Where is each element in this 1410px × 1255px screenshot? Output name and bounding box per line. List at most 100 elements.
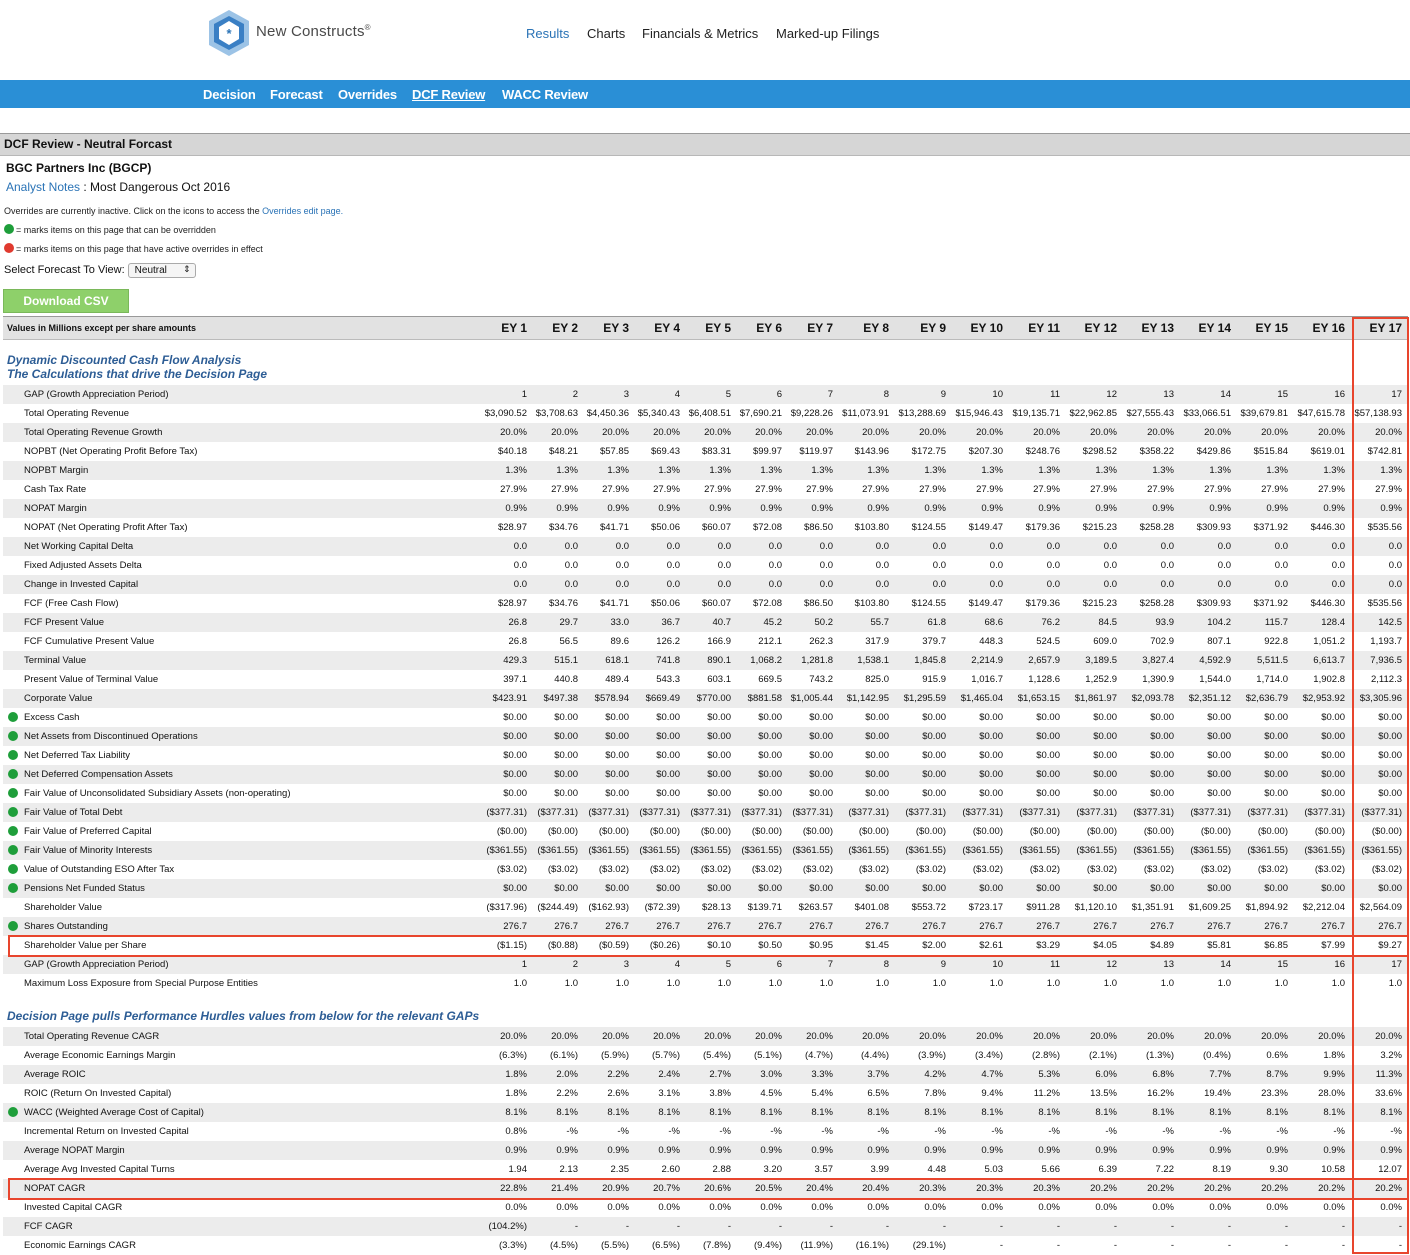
table-cell: $0.00 [1207,769,1231,780]
subnav-decision[interactable]: Decision [203,87,256,102]
table-cell: 0.0% [981,1202,1003,1213]
download-csv-button[interactable]: Download CSV [3,289,129,313]
table-cell: 0.0 [875,541,889,552]
nav-financials-metrics[interactable]: Financials & Metrics [642,26,758,41]
override-dot-icon[interactable] [8,788,18,798]
row-label: Fair Value of Unconsolidated Subsidiary … [24,788,291,799]
table-cell: 276.7 [1321,921,1345,932]
table-cell: ($361.55) [848,845,889,856]
table-row: Pensions Net Funded Status $0.00 $0.00 $0.0… [3,879,1408,898]
override-dot-icon[interactable] [8,712,18,722]
table-cell: $0.00 [1036,788,1060,799]
table-cell: - [1284,1221,1288,1232]
table-cell: $0.00 [809,750,833,761]
table-cell: 20.0% [1204,427,1231,438]
row-label: GAP (Growth Appreciation Period) [24,959,169,970]
table-cell: 23.3% [1261,1088,1288,1099]
table-cell: 1.3% [811,465,833,476]
table-cell: ($377.31) [792,807,833,818]
table-cell: - [885,1221,889,1232]
table-cell: 4,592.9 [1199,655,1231,666]
table-cell: $19,135.71 [1012,408,1060,419]
table-row: Maximum Loss Exposure from Special Purpo… [3,974,1408,993]
table-row: Net Working Capital Delta 0.0 0.0 0.0 0.0 0.0… [3,537,1408,556]
table-cell: $0.00 [922,883,946,894]
row-label: Incremental Return on Invested Capital [24,1126,189,1137]
override-dot-icon[interactable] [8,845,18,855]
table-row: Total Operating Revenue $3,090.52 $3,708.6… [3,404,1408,423]
subnav-dcf-review[interactable]: DCF Review [412,87,485,102]
override-dot-icon[interactable] [8,750,18,760]
table-cell: 20.0% [919,1031,946,1042]
green-dot-icon [4,224,14,234]
table-cell: 3.7% [867,1069,889,1080]
override-dot-icon[interactable] [8,1107,18,1117]
table-cell: 8.7% [1266,1069,1288,1080]
table-cell: 276.7 [809,921,833,932]
nav-results[interactable]: Results [526,26,569,41]
override-dot-icon[interactable] [8,864,18,874]
section1-title: Dynamic Discounted Cash Flow Analysis The… [7,353,268,381]
table-cell: $1,351.91 [1131,902,1174,913]
table-cell: -% [1162,1126,1174,1137]
table-cell: $0.00 [1150,788,1174,799]
table-cell: 448.3 [979,636,1003,647]
table-cell: 1.0 [932,978,946,989]
table-cell: 4.2% [924,1069,946,1080]
overrides-edit-link[interactable]: Overrides edit page. [262,206,343,216]
table-cell: 0.9% [1095,1145,1117,1156]
row-label: NOPBT (Net Operating Profit Before Tax) [24,446,198,457]
table-cell: $172.75 [911,446,946,457]
table-cell: 276.7 [1264,921,1288,932]
subnav-overrides[interactable]: Overrides [338,87,397,102]
table-cell: 5.3% [1038,1069,1060,1080]
table-cell: 4.48 [927,1164,947,1175]
row-label: Net Working Capital Delta [24,541,134,552]
table-cell: 68.6 [984,617,1004,628]
table-cell: 0.0 [1217,541,1231,552]
table-cell: 1,544.0 [1199,674,1231,685]
table-cell: $179.36 [1025,598,1060,609]
table-cell: 20.0% [806,1031,833,1042]
nav-marked-up-filings[interactable]: Marked-up Filings [776,26,879,41]
subnav-forecast[interactable]: Forecast [270,87,323,102]
table-cell: 0.0 [1160,541,1174,552]
analyst-notes-link[interactable]: Analyst Notes [6,180,80,194]
row-label: Average Economic Earnings Margin [24,1050,176,1061]
override-dot-icon[interactable] [8,826,18,836]
table-cell: 1.0 [1331,978,1345,989]
table-cell: 0.0 [1274,560,1288,571]
table-cell: $1,005.44 [790,693,833,704]
table-cell: $0.00 [809,769,833,780]
subnav-wacc-review[interactable]: WACC Review [502,87,588,102]
table-cell: 9.30 [1269,1164,1289,1175]
table-row: FCF Present Value 26.8 29.7 33.0 36.7 40.7 45.… [3,613,1408,632]
table-cell: 0.0 [1217,579,1231,590]
nav-charts[interactable]: Charts [587,26,625,41]
override-dot-icon[interactable] [8,883,18,893]
table-row: Average NOPAT Margin 0.9% 0.9% 0.9% 0.9% 0.9%… [3,1141,1408,1160]
table-cell: 2,657.9 [1028,655,1060,666]
table-cell: 19.4% [1204,1088,1231,1099]
table-cell: 379.7 [922,636,946,647]
table-cell: - [1227,1240,1231,1251]
table-cell: 1.0 [1274,978,1288,989]
table-cell: 8.1% [1323,1107,1345,1118]
override-dot-icon[interactable] [8,769,18,779]
table-cell: 6.39 [1098,1164,1118,1175]
table-cell: $358.22 [1139,446,1174,457]
brand-name[interactable]: New Constructs® [256,23,371,40]
table-cell: 15 [1277,959,1288,970]
table-cell: $86.50 [803,598,833,609]
table-cell: 20.0% [1147,427,1174,438]
table-cell: 104.2 [1207,617,1231,628]
table-cell: (4.7%) [805,1050,833,1061]
override-dot-icon[interactable] [8,731,18,741]
override-dot-icon[interactable] [8,807,18,817]
table-cell: $124.55 [911,598,946,609]
table-cell: 14 [1220,389,1231,400]
forecast-select[interactable]: Neutral [127,263,196,278]
override-dot-icon[interactable] [8,921,18,931]
year-header-15: EY 15 [1255,321,1288,335]
table-cell: $149.47 [968,522,1003,533]
